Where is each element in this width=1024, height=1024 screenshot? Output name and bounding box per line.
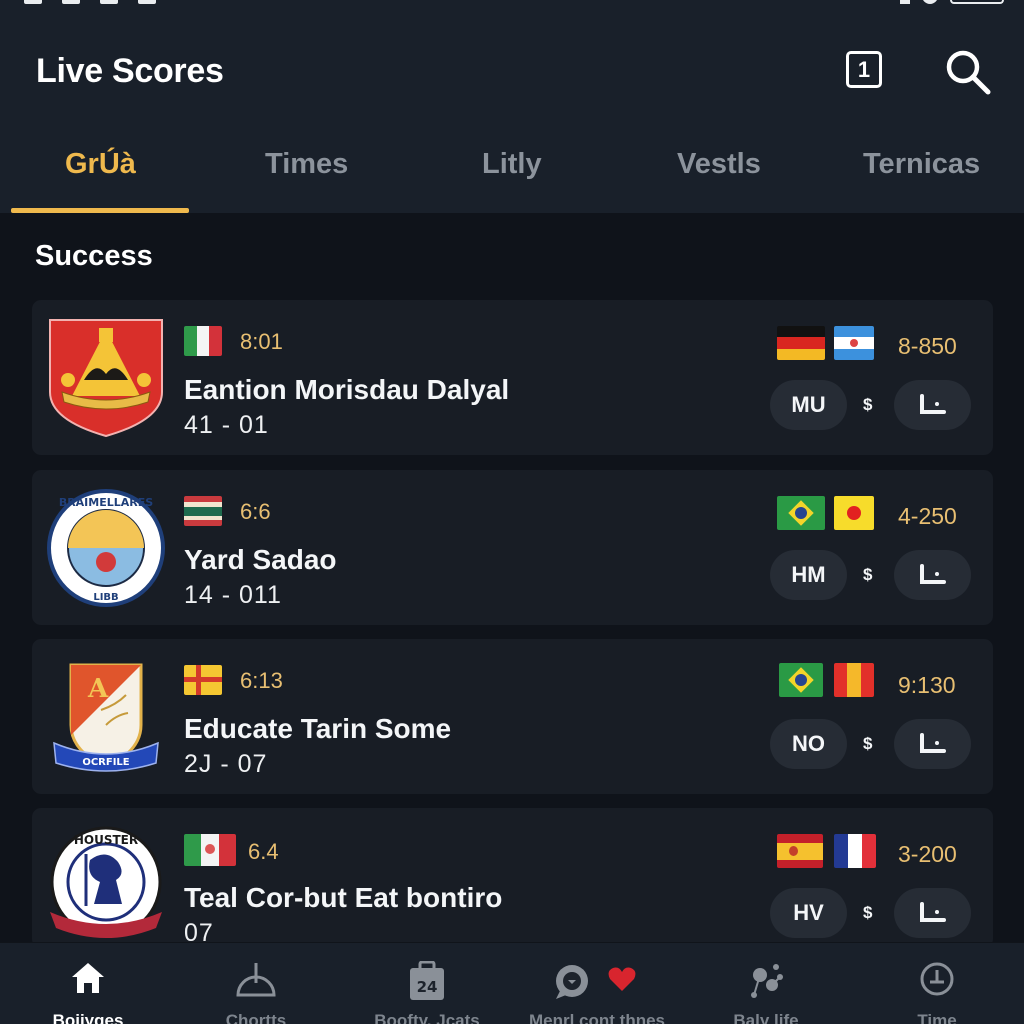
status-bar-left-icons: [24, 0, 156, 4]
tab-bar: GrÚà Times Litly Vestls Ternicas: [0, 140, 1024, 213]
tab-litly[interactable]: Litly: [482, 148, 542, 181]
match-time: 6.4: [248, 839, 279, 864]
bottom-navigation: Bojiyges Chortts 24 Boofty, Jcats Menrl …: [0, 942, 1024, 1024]
home-icon: [72, 963, 104, 993]
flag-france-icon: [834, 834, 876, 868]
notification-icon: [62, 0, 80, 4]
match-time: 6:6: [240, 499, 271, 524]
calendar-icon: 24: [410, 961, 444, 1000]
match-time: 6:13: [240, 668, 283, 693]
tab-vestls[interactable]: Vestls: [677, 148, 761, 181]
tab-grua[interactable]: GrÚà: [65, 148, 136, 181]
nav-label: Chortts: [225, 1011, 287, 1024]
match-odds: 9:130: [898, 672, 956, 698]
tab-times[interactable]: Times: [265, 148, 348, 181]
flag-yellow-red-dot-icon: [834, 496, 874, 530]
orange-white-shield-crest-icon: A OCRFILE: [53, 663, 159, 772]
status-bar-right-icons: [900, 0, 1004, 4]
nav-label: Baly life: [733, 1011, 799, 1024]
match-odds: 3-200: [898, 841, 957, 867]
nav-item-life[interactable]: Baly life: [681, 943, 851, 1024]
team-code-button[interactable]: HV: [770, 888, 847, 938]
currency-symbol: $: [863, 565, 873, 584]
svg-text:24: 24: [417, 978, 438, 996]
nav-label: Bojiyges: [52, 1011, 124, 1024]
bet-action-button[interactable]: [894, 550, 971, 600]
match-name: Yard Sadao: [184, 544, 337, 575]
molecule-icon: [751, 964, 783, 998]
round-blue-crest-icon: BRAIMELLARES LIBB: [47, 489, 165, 607]
active-tab-indicator: [11, 208, 189, 213]
match-score: 2J - 07: [184, 750, 268, 778]
top-app-bar: Live Scores 1 GrÚà Times Litly Vestls Te…: [0, 0, 1024, 213]
currency-symbol: $: [863, 903, 873, 922]
chat-heart-icon: [556, 965, 636, 999]
match-name: Eantion Morisdau Dalyal: [184, 374, 510, 405]
svg-text:LIBB: LIBB: [93, 592, 118, 603]
dome-icon: [236, 963, 276, 997]
svg-text:A: A: [87, 674, 109, 704]
team-code-button[interactable]: HM: [770, 550, 847, 600]
notification-icon: [138, 0, 156, 4]
match-score: 41 - 01: [184, 411, 269, 439]
page-title: Live Scores: [36, 52, 224, 90]
seat-icon: [920, 394, 946, 414]
match-odds: 8-850: [898, 333, 957, 359]
nav-label: Boofty, Jcats: [374, 1011, 480, 1024]
match-card[interactable]: BRAIMELLARES LIBB 6:6 Yard Sadao 14 - 01…: [32, 470, 993, 625]
match-card[interactable]: 8:01 Eantion Morisdau Dalyal 41 - 01 8-8…: [32, 300, 993, 455]
match-name: Educate Tarin Some: [184, 713, 452, 744]
nav-item-charts[interactable]: Chortts: [171, 943, 341, 1024]
svg-text:BRAIMELLARES: BRAIMELLARES: [59, 496, 153, 509]
tab-ternicas[interactable]: Ternicas: [863, 148, 980, 181]
search-icon: [946, 50, 991, 95]
notification-badge-button[interactable]: 1: [846, 51, 882, 88]
match-card[interactable]: HOUSTER 6.4 Teal Cor-but Eat bontiro 07 …: [32, 808, 993, 948]
nav-item-time[interactable]: Time: [852, 943, 1022, 1024]
currency-symbol: $: [863, 395, 873, 414]
nav-item-home[interactable]: Bojiyges: [3, 943, 173, 1024]
bet-action-button[interactable]: [894, 888, 971, 938]
currency-symbol: $: [863, 734, 873, 753]
clock-icon: [920, 962, 954, 996]
flag-argentina-icon: [834, 326, 874, 360]
flag-striped-icon: [184, 496, 222, 526]
svg-text:HOUSTER: HOUSTER: [74, 833, 138, 847]
nav-item-calendar[interactable]: 24 Boofty, Jcats: [342, 943, 512, 1024]
status-bar: [0, 0, 1024, 8]
flag-brazil-icon: [779, 663, 823, 697]
notification-icon: [24, 0, 42, 4]
red-shield-crest-icon: [49, 319, 163, 438]
flag-red-yellow-vertical-icon: [834, 663, 874, 697]
match-time: 8:01: [240, 329, 283, 354]
flag-brazil-icon: [777, 496, 825, 530]
seat-icon: [920, 564, 946, 584]
section-title: Success: [35, 240, 153, 272]
search-button[interactable]: [944, 48, 992, 96]
team-code-button[interactable]: MU: [770, 380, 847, 430]
team-code-button[interactable]: NO: [770, 719, 847, 769]
bet-action-button[interactable]: [894, 380, 971, 430]
svg-text:OCRFILE: OCRFILE: [82, 757, 129, 768]
notification-icon: [100, 0, 118, 4]
wifi-icon: [922, 0, 938, 4]
flag-germany-icon: [777, 326, 825, 360]
match-card[interactable]: A OCRFILE 6:13 Educate Tarin Some 2J - 0…: [32, 639, 993, 794]
match-odds: 4-250: [898, 503, 957, 529]
match-name: Teal Cor-but Eat bontiro: [184, 882, 503, 913]
round-lion-crest-icon: HOUSTER: [50, 826, 162, 938]
nav-label: Time: [917, 1011, 957, 1024]
battery-icon: [950, 0, 1004, 4]
flag-mexico-icon: [184, 834, 236, 866]
bet-action-button[interactable]: [894, 719, 971, 769]
nav-item-messages[interactable]: Menrl cont thnes: [512, 943, 682, 1024]
match-score: 14 - 011: [184, 581, 282, 609]
flag-yellow-red-cross-icon: [184, 665, 222, 695]
flag-spain-icon: [777, 834, 823, 868]
seat-icon: [920, 733, 946, 753]
flag-italy-icon: [184, 326, 222, 356]
signal-icon: [900, 0, 910, 4]
nav-label: Menrl cont thnes: [528, 1011, 665, 1024]
seat-icon: [920, 902, 946, 922]
